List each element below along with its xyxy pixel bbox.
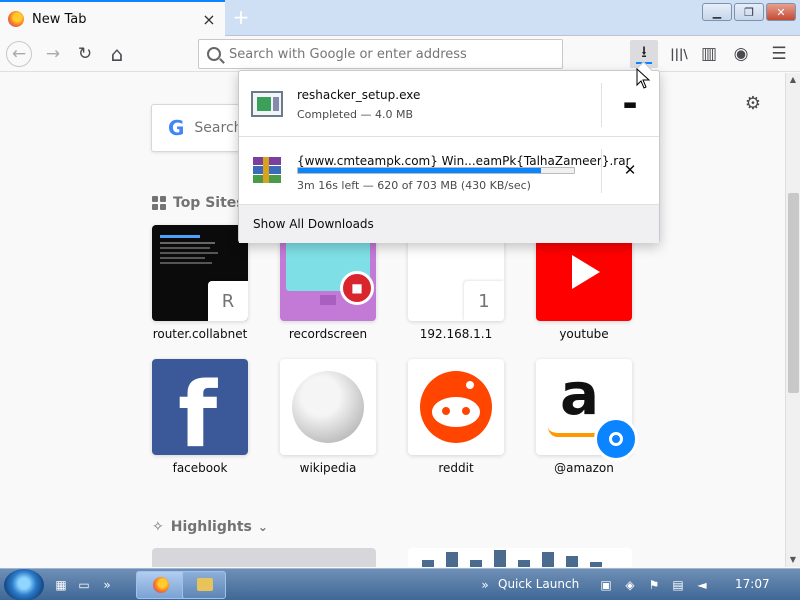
top-site-tile[interactable]: a @amazon — [536, 359, 638, 475]
tile-thumbnail: R — [152, 225, 248, 321]
tab-title: New Tab — [32, 11, 87, 27]
url-bar[interactable] — [198, 39, 563, 69]
rar-archive-icon — [251, 157, 283, 185]
top-site-tile[interactable]: R router.collabnet — [152, 225, 248, 341]
sidebar-button[interactable]: ▥ — [696, 41, 722, 67]
download-status: 3m 16s left — 620 of 703 MB (430 KB/sec) — [297, 179, 531, 192]
tile-label: recordscreen — [288, 327, 368, 341]
download-filename: reshacker_setup.exe — [297, 88, 421, 102]
top-site-tile[interactable]: wikipedia — [280, 359, 376, 475]
show-desktop-icon[interactable]: ▦ — [54, 573, 68, 597]
separator — [601, 83, 602, 127]
firefox-icon — [153, 577, 169, 593]
scroll-up-icon[interactable]: ▲ — [788, 75, 798, 85]
mouse-cursor-icon — [636, 68, 651, 89]
download-status: Completed — 4.0 MB — [297, 108, 414, 121]
maximize-button[interactable]: ❐ — [734, 3, 764, 21]
google-search-box[interactable]: G Search — [151, 104, 251, 152]
tile-thumbnail — [280, 359, 376, 455]
taskbar: ▦ ▭ » » Quick Launch ▣ ◈ ⚑ ▤ ◄ 17:07 — [0, 568, 800, 600]
sparkle-icon: ✧ — [152, 519, 164, 535]
desktop-icon[interactable]: ▭ — [74, 573, 94, 597]
record-camera-icon: ■ — [340, 271, 374, 305]
tab-new-tab[interactable]: New Tab × — [0, 0, 225, 36]
tile-thumbnail — [408, 359, 504, 455]
top-site-tile[interactable]: reddit — [408, 359, 504, 475]
clock[interactable]: 17:07 — [735, 577, 770, 591]
close-window-button[interactable]: ✕ — [766, 3, 796, 21]
tile-label: 192.168.1.1 — [419, 327, 493, 341]
forward-button[interactable]: → — [40, 41, 66, 67]
highlight-card[interactable] — [408, 548, 632, 567]
search-badge-icon — [594, 417, 638, 461]
search-icon — [207, 47, 221, 61]
search-placeholder: Search — [194, 120, 243, 136]
firefox-icon — [8, 11, 24, 27]
vertical-scrollbar[interactable]: ▲ ▼ — [785, 73, 800, 567]
network-icon[interactable]: ▤ — [670, 573, 686, 597]
download-progress-bar — [297, 167, 575, 174]
wikipedia-globe-icon — [292, 371, 364, 443]
title-bar: New Tab × + ▁ ❐ ✕ — [0, 0, 800, 36]
tile-label: router.collabnet — [152, 327, 248, 341]
folder-icon — [197, 578, 213, 591]
tile-label: wikipedia — [299, 461, 357, 475]
highlights-heading[interactable]: ✧ Highlights ⌄ — [152, 519, 268, 535]
amazon-logo-icon: a — [560, 360, 600, 428]
nav-toolbar: ← → ↻ ⌂ ⭳ |||\ ▥ ◉ ☰ — [0, 36, 800, 72]
separator — [601, 149, 602, 193]
start-button[interactable] — [4, 569, 44, 600]
new-tab-button[interactable]: + — [230, 6, 252, 28]
cancel-download-icon[interactable]: ✕ — [614, 157, 646, 183]
settings-gear-icon[interactable]: ⚙ — [743, 93, 763, 114]
tray-chevron-icon[interactable]: » — [478, 573, 492, 597]
tile-thumbnail: a — [536, 359, 638, 461]
url-input[interactable] — [229, 46, 549, 62]
tile-thumbnail: f — [152, 359, 248, 455]
tab-close-icon[interactable]: × — [199, 9, 219, 29]
highlight-card[interactable] — [152, 548, 376, 567]
tray-app-icon[interactable]: ▣ — [598, 573, 614, 597]
tile-label: reddit — [438, 461, 474, 475]
open-folder-icon[interactable]: ▬ — [614, 91, 646, 117]
minimize-button[interactable]: ▁ — [702, 3, 732, 21]
top-site-tile[interactable]: f facebook — [152, 359, 248, 475]
reddit-alien-icon — [420, 371, 492, 443]
menu-button[interactable]: ☰ — [766, 41, 792, 67]
show-all-downloads-button[interactable]: Show All Downloads — [239, 204, 659, 243]
chevron-down-icon: ⌄ — [257, 520, 268, 534]
tile-badge: 1 — [464, 281, 504, 321]
tile-label: @amazon — [554, 461, 614, 475]
play-icon — [572, 255, 600, 289]
volume-muted-icon[interactable]: ◄ — [694, 573, 710, 597]
downloads-panel: reshacker_setup.exe Completed — 4.0 MB ▬… — [238, 70, 660, 243]
quicklaunch-chevron-icon[interactable]: » — [100, 573, 114, 597]
google-logo: G — [168, 116, 185, 140]
account-button[interactable]: ◉ — [728, 41, 754, 67]
grid-icon — [152, 196, 166, 210]
taskbar-explorer-button[interactable] — [182, 571, 226, 599]
scroll-thumb[interactable] — [788, 193, 799, 393]
library-button[interactable]: |||\ — [666, 41, 692, 67]
tile-badge: R — [208, 281, 248, 321]
download-filename: {www.cmteampk.com} Win...eamPk{TalhaZame… — [297, 154, 631, 168]
security-shield-icon[interactable]: ◈ — [622, 573, 638, 597]
tile-label: youtube — [559, 327, 609, 341]
home-button[interactable]: ⌂ — [104, 41, 130, 67]
back-button[interactable]: ← — [6, 41, 32, 67]
download-item[interactable]: reshacker_setup.exe Completed — 4.0 MB ▬ — [239, 71, 659, 137]
progress-fill — [298, 168, 541, 173]
scroll-down-icon[interactable]: ▼ — [788, 555, 798, 565]
facebook-f-icon: f — [178, 363, 218, 456]
quick-launch-label: Quick Launch — [498, 577, 580, 591]
exe-file-icon — [251, 91, 283, 119]
reload-button[interactable]: ↻ — [72, 41, 98, 67]
action-center-flag-icon[interactable]: ⚑ — [646, 573, 662, 597]
top-sites-heading: Top Sites — [152, 195, 245, 211]
tile-label: facebook — [172, 461, 228, 475]
